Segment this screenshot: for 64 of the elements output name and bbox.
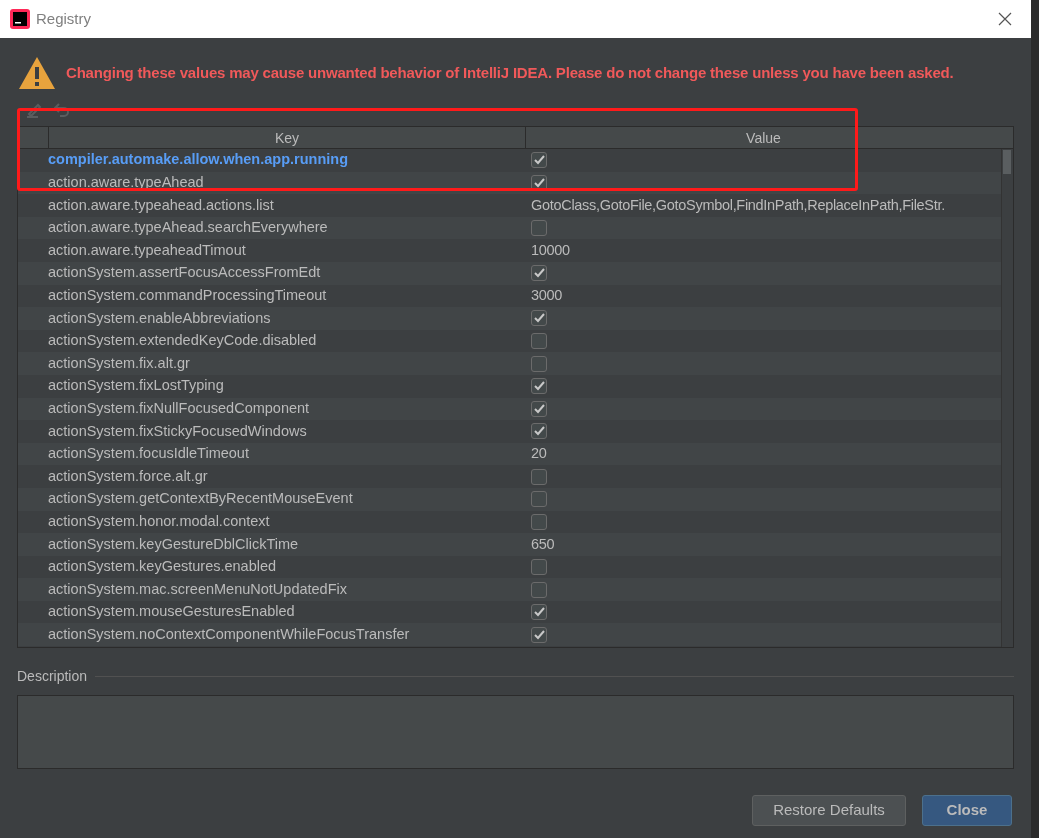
registry-key: action.aware.typeAhead bbox=[18, 172, 526, 194]
registry-key: actionSystem.force.alt.gr bbox=[18, 465, 526, 488]
registry-key: actionSystem.fixStickyFocusedWindows bbox=[18, 420, 526, 443]
registry-key: actionSystem.enableAbbreviations bbox=[18, 307, 526, 330]
registry-key: actionSystem.fixLostTyping bbox=[18, 375, 526, 398]
check-icon bbox=[533, 155, 545, 166]
checkbox[interactable] bbox=[531, 626, 547, 643]
registry-value: 650 bbox=[531, 534, 555, 554]
registry-key: actionSystem.noContextComponentWhileFocusTransfer bbox=[18, 623, 526, 646]
registry-key: actionSystem.focusIdleTimeout bbox=[18, 443, 526, 465]
check-icon bbox=[533, 607, 545, 618]
scrollbar[interactable] bbox=[1001, 149, 1013, 647]
registry-key: actionSystem.keyGestures.enabled bbox=[18, 556, 526, 578]
registry-value: 3000 bbox=[531, 286, 563, 305]
undo-icon[interactable] bbox=[54, 103, 70, 117]
registry-key: action.aware.typeahead.actions.list bbox=[18, 194, 526, 217]
close-button[interactable]: Close bbox=[922, 795, 1012, 826]
checkbox[interactable] bbox=[531, 468, 547, 485]
registry-key: actionSystem.getContextByRecentMouseEvent bbox=[18, 488, 526, 511]
checkbox[interactable] bbox=[531, 152, 547, 169]
check-icon bbox=[533, 313, 545, 324]
checkbox[interactable] bbox=[531, 355, 547, 372]
check-icon bbox=[533, 268, 545, 279]
checkbox[interactable] bbox=[531, 513, 547, 530]
registry-key: actionSystem.fix.alt.gr bbox=[18, 352, 526, 375]
registry-value: 20 bbox=[531, 444, 547, 464]
registry-key: actionSystem.commandProcessingTimeout bbox=[18, 285, 526, 307]
registry-key: actionSystem.extendedKeyCode.disabled bbox=[18, 330, 526, 352]
registry-key: actionSystem.mouseGesturesEnabled bbox=[18, 601, 526, 624]
check-icon bbox=[533, 426, 545, 437]
checkbox[interactable] bbox=[531, 378, 547, 395]
column-header[interactable]: Key bbox=[49, 127, 526, 148]
registry-key: actionSystem.mac.screenMenuNotUpdatedFix bbox=[18, 578, 526, 601]
column-header[interactable]: Value bbox=[526, 127, 1001, 148]
app-logo-icon bbox=[10, 9, 30, 29]
registry-value: GotoClass,GotoFile,GotoSymbol,FindInPath,ReplaceInPath,FileStr. bbox=[531, 195, 945, 215]
checkbox[interactable] bbox=[531, 423, 547, 440]
edit-icon[interactable] bbox=[26, 102, 44, 118]
registry-key: compiler.automake.allow.when.app.running bbox=[18, 149, 526, 172]
description-label: Description bbox=[17, 667, 88, 686]
checkbox[interactable] bbox=[531, 400, 547, 417]
checkbox[interactable] bbox=[531, 559, 547, 575]
registry-key: action.aware.typeaheadTimout bbox=[18, 239, 526, 262]
checkbox[interactable] bbox=[531, 491, 547, 508]
checkbox[interactable] bbox=[531, 604, 547, 621]
registry-key: actionSystem.keyGestureDblClickTime bbox=[18, 533, 526, 556]
warning-message: Changing these values may cause unwanted behavior of IntelliJ IDEA. Please do not change these unless you have been asked. bbox=[66, 62, 954, 83]
check-icon bbox=[533, 403, 545, 414]
registry-key: actionSystem.fixNullFocusedComponent bbox=[18, 397, 526, 420]
warning-icon bbox=[18, 56, 56, 90]
checkbox[interactable] bbox=[531, 265, 547, 282]
registry-key: action.aware.typeAhead.searchEverywhere bbox=[18, 217, 526, 239]
window-title: Registry bbox=[36, 8, 92, 29]
registry-value: 10000 bbox=[531, 240, 570, 260]
checkbox[interactable] bbox=[531, 220, 547, 237]
check-icon bbox=[533, 177, 545, 188]
registry-key: actionSystem.honor.modal.context bbox=[18, 510, 526, 533]
check-icon bbox=[533, 381, 545, 392]
check-icon bbox=[533, 629, 545, 640]
registry-key: actionSystem.assertFocusAccessFromEdt bbox=[18, 262, 526, 285]
checkbox[interactable] bbox=[531, 333, 547, 350]
restore-defaults-button[interactable]: Restore Defaults bbox=[752, 795, 906, 826]
checkbox[interactable] bbox=[531, 310, 547, 327]
checkbox[interactable] bbox=[531, 581, 547, 598]
